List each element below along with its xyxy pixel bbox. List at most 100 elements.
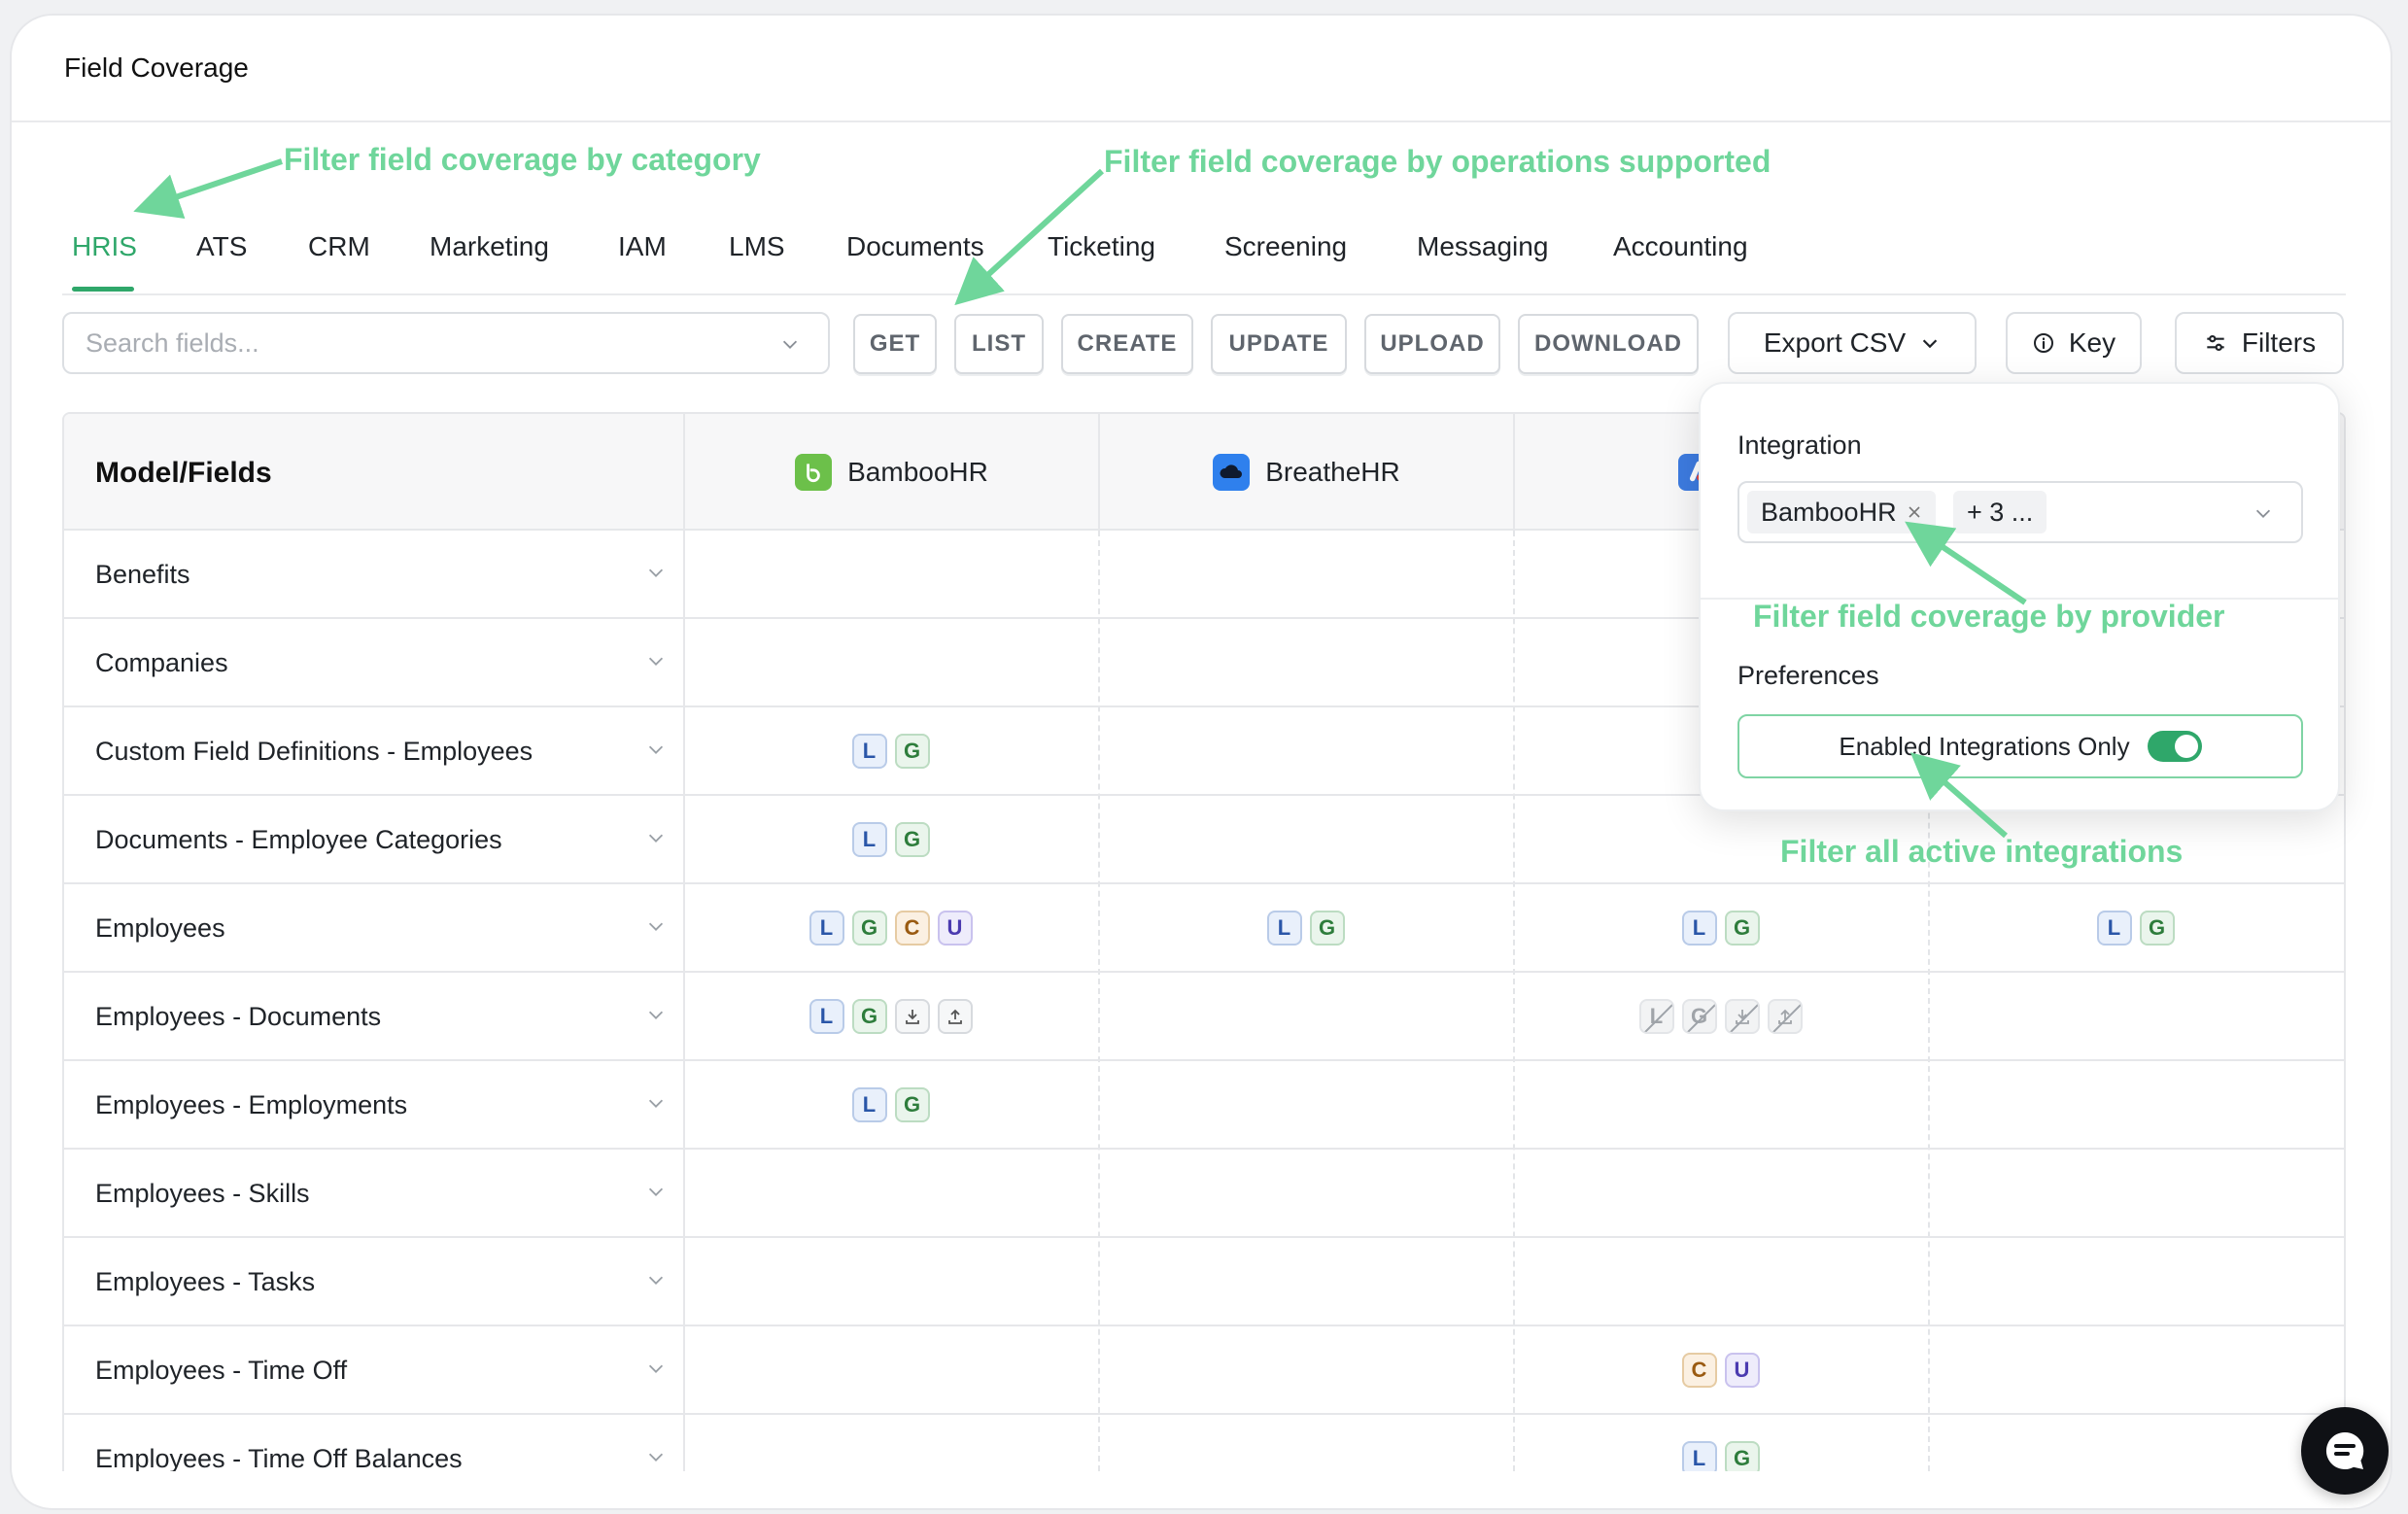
op-create-button[interactable]: CREATE — [1061, 314, 1193, 374]
expand-chevron-icon[interactable] — [645, 1004, 667, 1030]
operation-badge: G — [1724, 1440, 1760, 1471]
expand-chevron-icon[interactable] — [645, 827, 667, 853]
operation-badge: L — [851, 821, 887, 857]
chat-icon — [2325, 1431, 2364, 1469]
provider-header-bamboohr[interactable]: BambooHR — [683, 414, 1098, 531]
coverage-cell: LG — [683, 796, 1098, 882]
filters-popover: Integration BambooHR + 3 ... Preferences… — [1699, 382, 2340, 811]
model-name: Companies — [95, 648, 228, 677]
provider-header-breathehr[interactable]: BreatheHR — [1098, 414, 1513, 531]
enabled-integrations-toggle-row[interactable]: Enabled Integrations Only — [1737, 714, 2303, 778]
upload-icon — [1767, 998, 1803, 1034]
operation-badge: G — [1309, 910, 1345, 946]
operation-badge: G — [1681, 998, 1717, 1034]
coverage-cell: LG — [1928, 884, 2343, 971]
chevron-down-icon — [1922, 339, 1938, 349]
coverage-cell: LG — [683, 973, 1098, 1059]
operation-badge: L — [1681, 1440, 1717, 1471]
coverage-cell — [1513, 1150, 1928, 1236]
operation-badge: G — [851, 998, 887, 1034]
expand-chevron-icon[interactable] — [645, 1446, 667, 1471]
selected-integration-chip: BambooHR — [1747, 491, 1936, 533]
preferences-label: Preferences — [1737, 661, 1879, 690]
tab-marketing[interactable]: Marketing — [430, 231, 549, 262]
filters-button[interactable]: Filters — [2175, 312, 2344, 374]
upload-icon — [937, 998, 973, 1034]
coverage-cell: LG — [683, 707, 1098, 794]
expand-chevron-icon[interactable] — [645, 915, 667, 942]
expand-chevron-icon[interactable] — [645, 650, 667, 676]
export-csv-button[interactable]: Export CSV — [1728, 312, 1977, 374]
table-row[interactable]: Employees - Skills — [64, 1150, 2344, 1238]
download-icon — [1724, 998, 1760, 1034]
enabled-integrations-switch[interactable] — [2147, 731, 2202, 762]
model-name: Documents - Employee Categories — [95, 825, 502, 854]
op-upload-button[interactable]: UPLOAD — [1364, 314, 1500, 374]
operation-badge: U — [1724, 1352, 1760, 1388]
tab-crm[interactable]: CRM — [308, 231, 370, 262]
op-list-button[interactable]: LIST — [954, 314, 1044, 374]
annotation-category: Filter field coverage by category — [284, 142, 761, 177]
chevron-down-icon — [2255, 509, 2271, 518]
close-icon[interactable] — [1907, 504, 1922, 520]
tab-hris[interactable]: HRIS — [72, 231, 137, 262]
model-name: Employees - Time Off Balances — [95, 1444, 463, 1471]
coverage-cell: LG — [1098, 884, 1513, 971]
tab-ats[interactable]: ATS — [196, 231, 247, 262]
table-row[interactable]: Employees - Documents L G L G — [64, 973, 2344, 1061]
coverage-cell — [1098, 619, 1513, 705]
tab-accounting[interactable]: Accounting — [1613, 231, 1748, 262]
export-csv-label: Export CSV — [1763, 327, 1907, 358]
tab-lms[interactable]: LMS — [729, 231, 785, 262]
op-download-button[interactable]: DOWNLOAD — [1518, 314, 1699, 374]
model-name: Employees - Time Off — [95, 1356, 348, 1385]
model-name: Employees - Documents — [95, 1002, 382, 1031]
tab-ticketing[interactable]: Ticketing — [1048, 231, 1155, 262]
expand-chevron-icon[interactable] — [645, 1092, 667, 1118]
tab-messaging[interactable]: Messaging — [1417, 231, 1548, 262]
operation-badge: G — [894, 1086, 930, 1122]
toggle-label: Enabled Integrations Only — [1839, 731, 2130, 761]
operation-badge: L — [851, 733, 887, 769]
search-input[interactable] — [64, 314, 828, 372]
key-button[interactable]: Key — [2006, 312, 2142, 374]
tab-documents[interactable]: Documents — [846, 231, 984, 262]
expand-chevron-icon[interactable] — [645, 1181, 667, 1207]
table-row[interactable]: Employees L G C U L G L G L G — [64, 884, 2344, 973]
coverage-cell — [683, 1326, 1098, 1413]
coverage-cell — [1098, 796, 1513, 882]
search-fields-select[interactable] — [62, 312, 830, 374]
table-row[interactable]: Employees - Time Off Balances L G — [64, 1415, 2344, 1471]
coverage-cell — [1928, 973, 2343, 1059]
chat-support-button[interactable] — [2301, 1407, 2389, 1495]
coverage-cell — [1098, 973, 1513, 1059]
model-fields-header: Model/Fields — [95, 457, 272, 489]
info-icon — [2033, 333, 2053, 353]
operation-badge: L — [1681, 910, 1717, 946]
table-row[interactable]: Employees - Tasks — [64, 1238, 2344, 1326]
table-row[interactable]: Employees - Employments L G — [64, 1061, 2344, 1150]
coverage-cell — [1928, 1150, 2343, 1236]
op-get-button[interactable]: GET — [853, 314, 937, 374]
model-name: Benefits — [95, 560, 190, 589]
coverage-cell — [683, 619, 1098, 705]
model-name: Employees - Tasks — [95, 1267, 316, 1296]
coverage-cell — [1513, 1061, 1928, 1148]
expand-chevron-icon[interactable] — [645, 1358, 667, 1384]
table-row[interactable]: Employees - Time Off C U — [64, 1326, 2344, 1415]
expand-chevron-icon[interactable] — [645, 562, 667, 588]
tab-iam[interactable]: IAM — [618, 231, 667, 262]
more-integrations-chip[interactable]: + 3 ... — [1953, 491, 2047, 533]
operation-badge: L — [808, 998, 844, 1034]
tab-screening[interactable]: Screening — [1224, 231, 1347, 262]
coverage-cell — [1098, 1061, 1513, 1148]
expand-chevron-icon[interactable] — [645, 1269, 667, 1295]
operation-badge: L — [2096, 910, 2132, 946]
more-chip-label: + 3 ... — [1967, 497, 2034, 527]
coverage-cell — [1098, 1150, 1513, 1236]
integration-select[interactable]: BambooHR + 3 ... — [1737, 481, 2303, 543]
coverage-cell — [1928, 1061, 2343, 1148]
op-update-button[interactable]: UPDATE — [1211, 314, 1347, 374]
breathehr-logo-icon — [1213, 454, 1251, 491]
expand-chevron-icon[interactable] — [645, 739, 667, 765]
